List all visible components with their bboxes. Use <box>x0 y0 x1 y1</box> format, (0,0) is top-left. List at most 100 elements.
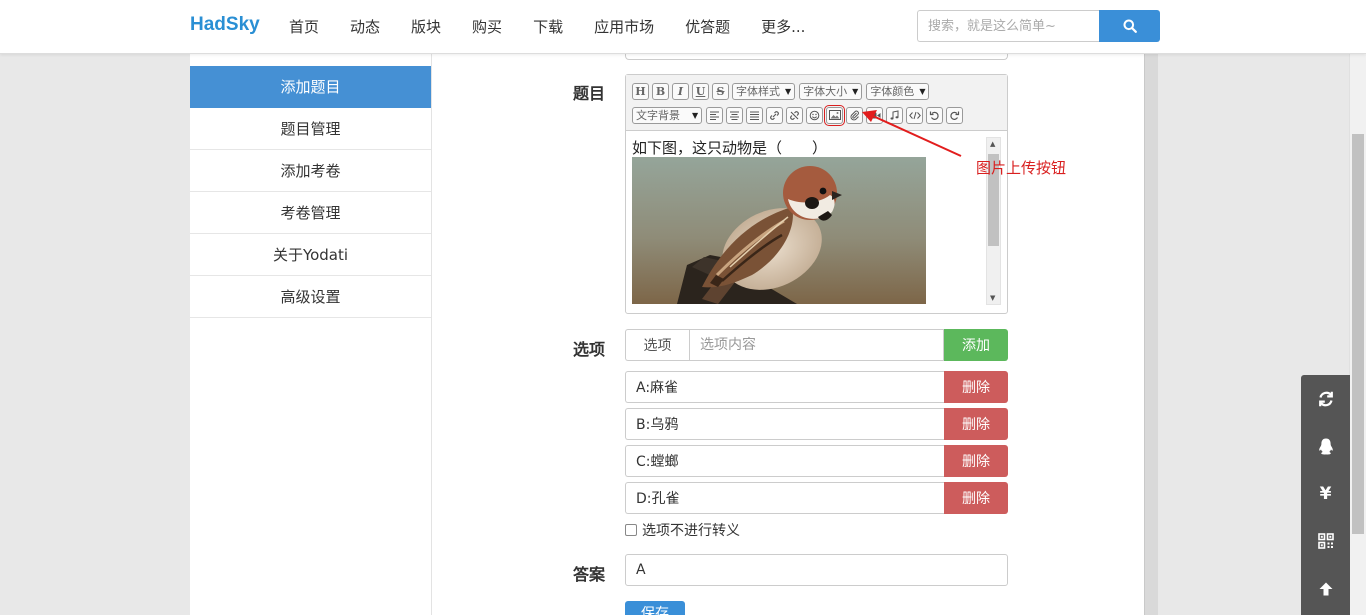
sparrow-image <box>632 157 926 304</box>
no-escape-checkbox[interactable] <box>625 524 637 536</box>
video-button[interactable] <box>866 106 884 124</box>
option-row: A:麻雀 删除 <box>625 371 1008 403</box>
search-button[interactable] <box>1099 10 1160 42</box>
sidebar-item-exam-manage[interactable]: 考卷管理 <box>190 192 431 234</box>
delete-option-button[interactable]: 删除 <box>944 408 1008 440</box>
nav-item-boards[interactable]: 版块 <box>411 0 441 54</box>
delete-option-button[interactable]: 删除 <box>944 445 1008 477</box>
delete-option-button[interactable]: 删除 <box>944 482 1008 514</box>
refresh-button[interactable] <box>1301 375 1350 423</box>
nav-item-youdati[interactable]: 优答题 <box>685 0 730 54</box>
attachment-button[interactable] <box>846 106 864 124</box>
italic-button[interactable]: I <box>672 82 689 100</box>
option-row: B:乌鸦 删除 <box>625 408 1008 440</box>
nav-item-feed[interactable]: 动态 <box>350 0 380 54</box>
nav-item-download[interactable]: 下载 <box>533 0 563 54</box>
answer-input[interactable]: A <box>625 554 1008 586</box>
unlink-button[interactable] <box>786 106 804 124</box>
search-icon <box>1123 19 1137 33</box>
previous-field-edge <box>625 54 1008 60</box>
rich-text-editor: H B I U S 字体样式 ▼ 字体大小 ▼ 字体颜色 ▼ 文字背景 ▼ 如下… <box>625 74 1008 314</box>
annotation-label: 图片上传按钮 <box>976 159 1067 177</box>
editor-content[interactable]: 如下图，这只动物是（ ） ▲ ▼ <box>626 131 1007 313</box>
align-left-button[interactable] <box>706 106 724 124</box>
editor-toolbar: H B I U S 字体样式 ▼ 字体大小 ▼ 字体颜色 ▼ 文字背景 ▼ <box>626 75 1007 131</box>
floating-toolbar: ¥ <box>1301 375 1350 615</box>
sidebar: 添加题目 题目管理 添加考卷 考卷管理 关于Yodati 高级设置 <box>190 54 432 615</box>
refresh-icon <box>1318 391 1333 407</box>
sidebar-item-add-question[interactable]: 添加题目 <box>190 66 431 108</box>
sidebar-item-about[interactable]: 关于Yodati <box>190 234 431 276</box>
caret-down-icon: ▼ <box>785 86 792 96</box>
font-size-select[interactable]: 字体大小 ▼ <box>799 82 863 100</box>
image-upload-button[interactable] <box>824 104 846 126</box>
undo-icon <box>930 111 939 120</box>
back-to-top-button[interactable] <box>1301 565 1350 613</box>
answer-label: 答案 <box>573 565 606 584</box>
nav-item-more[interactable]: 更多... <box>761 0 805 54</box>
sidebar-item-add-exam[interactable]: 添加考卷 <box>190 150 431 192</box>
redo-button[interactable] <box>946 106 964 124</box>
sidebar-item-advanced-settings[interactable]: 高级设置 <box>190 276 431 318</box>
new-option-row: 选项 添加 <box>625 329 1008 361</box>
add-option-button[interactable]: 添加 <box>944 329 1008 361</box>
question-label: 题目 <box>573 84 606 103</box>
option-row: C:螳螂 删除 <box>625 445 1008 477</box>
scroll-up-icon[interactable]: ▲ <box>990 140 995 148</box>
main-nav: 首页 动态 版块 购买 下载 应用市场 优答题 更多... <box>289 0 836 54</box>
align-center-button[interactable] <box>726 106 744 124</box>
undo-button[interactable] <box>926 106 944 124</box>
question-text: 如下图，这只动物是（ ） <box>632 139 828 157</box>
align-center-icon <box>730 111 740 120</box>
bold-button[interactable]: B <box>652 82 669 100</box>
nav-item-buy[interactable]: 购买 <box>472 0 502 54</box>
arrow-up-icon <box>1319 582 1332 596</box>
text-background-select[interactable]: 文字背景 ▼ <box>632 106 703 124</box>
no-escape-label: 选项不进行转义 <box>642 523 740 539</box>
option-value[interactable]: D:孔雀 <box>625 482 944 514</box>
image-icon <box>828 110 841 120</box>
save-button[interactable]: 保存 <box>625 601 685 615</box>
option-key-field[interactable]: 选项 <box>625 329 689 361</box>
unlink-icon <box>790 110 799 120</box>
code-icon <box>908 111 921 119</box>
site-logo[interactable]: HadSky <box>190 14 260 36</box>
top-navbar: HadSky 首页 动态 版块 购买 下载 应用市场 优答题 更多... <box>0 0 1366 54</box>
caret-down-icon: ▼ <box>919 86 926 96</box>
emoji-button[interactable] <box>806 106 824 124</box>
font-style-select[interactable]: 字体样式 ▼ <box>732 82 796 100</box>
nav-item-app-market[interactable]: 应用市场 <box>594 0 654 54</box>
qrcode-button[interactable] <box>1301 518 1350 566</box>
underline-button[interactable]: U <box>692 82 709 100</box>
music-button[interactable] <box>886 106 904 124</box>
redo-icon <box>950 111 960 120</box>
option-value[interactable]: A:麻雀 <box>625 371 944 403</box>
align-left-icon <box>710 111 720 120</box>
caret-down-icon: ▼ <box>692 110 699 120</box>
nav-item-home[interactable]: 首页 <box>289 0 319 54</box>
paperclip-icon <box>850 110 860 120</box>
align-justify-icon <box>750 111 760 120</box>
video-icon <box>869 112 881 118</box>
music-icon <box>890 109 899 120</box>
font-color-select[interactable]: 字体颜色 ▼ <box>866 82 930 100</box>
option-content-input[interactable] <box>689 329 944 361</box>
search-input[interactable] <box>917 10 1099 42</box>
align-justify-button[interactable] <box>746 106 764 124</box>
heading-button[interactable]: H <box>632 82 649 100</box>
scroll-down-icon[interactable]: ▼ <box>990 294 995 302</box>
no-escape-option[interactable]: 选项不进行转义 <box>625 520 740 540</box>
delete-option-button[interactable]: 删除 <box>944 371 1008 403</box>
code-button[interactable] <box>906 106 924 124</box>
option-value[interactable]: C:螳螂 <box>625 445 944 477</box>
page-scrollbar[interactable] <box>1349 54 1366 615</box>
option-row: D:孔雀 删除 <box>625 482 1008 514</box>
donate-button[interactable]: ¥ <box>1301 470 1350 518</box>
qq-button[interactable] <box>1301 423 1350 471</box>
sidebar-item-question-manage[interactable]: 题目管理 <box>190 108 431 150</box>
option-value[interactable]: B:乌鸦 <box>625 408 944 440</box>
strikethrough-button[interactable]: S <box>712 82 729 100</box>
qq-icon <box>1318 438 1333 455</box>
link-button[interactable] <box>766 106 784 124</box>
page-gutter <box>1144 54 1158 615</box>
